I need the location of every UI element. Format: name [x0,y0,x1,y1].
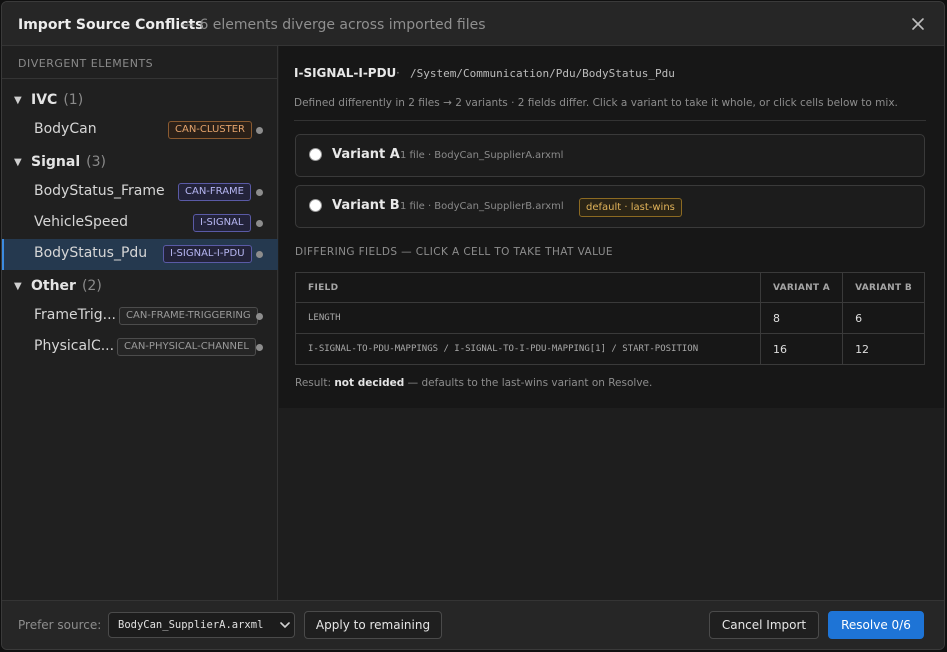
type-tag: CAN-CLUSTER [168,121,253,139]
variant-name: Variant B [332,198,400,213]
dialog-title: Import Source Conflicts [18,17,204,33]
variant-meta: 1 file · BodyCan_SupplierB.arxml [400,201,564,212]
dialog-titlebar: Import Source Conflicts — 6 elements div… [2,2,944,46]
table-row: I-SIGNAL-TO-PDU-MAPPINGS / I-SIGNAL-TO-I… [294,333,925,365]
sidebar-item-frametriggering[interactable]: FrameTrig... CAN-FRAME-TRIGGERING [2,301,278,332]
status-dot [256,220,263,227]
variant-b-option[interactable]: Variant B 1 file · BodyCan_SupplierB.arx… [295,185,925,228]
divergent-elements-sidebar: DIVERGENT ELEMENTS ▼ IVC (1) BodyCan CAN… [2,46,278,600]
sidebar-item-label: BodyCan [34,121,97,137]
dialog-footer: Prefer source: BodyCan_SupplierA.arxml A… [2,600,944,649]
sidebar-item-label: BodyStatus_Pdu [34,245,148,261]
sidebar-item-bodycan[interactable]: BodyCan CAN-CLUSTER [2,115,278,146]
result-value: not decided [334,377,405,389]
differing-fields-table: FIELD VARIANT A VARIANT B LENGTH 8 6 I-S… [294,272,925,365]
group-count: (1) [63,92,84,108]
status-dot [256,127,263,134]
group-name: Other [31,278,76,294]
result-note: — defaults to the last-wins variant on R… [407,377,653,389]
group-name: IVC [31,92,58,108]
caret-down-icon: ▼ [14,94,22,106]
import-conflicts-dialog: Import Source Conflicts — 6 elements div… [1,1,945,650]
caret-down-icon: ▼ [14,280,22,292]
close-icon[interactable] [909,15,927,33]
variant-b-cell[interactable]: 12 [842,333,925,365]
status-dot [256,251,263,258]
prefer-source-label: Prefer source: [18,618,102,632]
prefer-source-value: BodyCan_SupplierA.arxml [118,619,264,631]
sidebar-item-label: BodyStatus_Frame [34,183,165,199]
sidebar-item-bodystatus-pdu[interactable]: BodyStatus_Pdu I-SIGNAL-I-PDU [2,239,278,270]
type-tag: CAN-FRAME-TRIGGERING [119,307,258,325]
sidebar-item-physicalchannel[interactable]: PhysicalC... CAN-PHYSICAL-CHANNEL [2,332,278,363]
divider [294,120,926,121]
cancel-import-button[interactable]: Cancel Import [709,611,819,639]
group-header-signal[interactable]: ▼ Signal (3) [14,152,106,172]
table-header-row: FIELD VARIANT A VARIANT B [294,272,925,303]
result-line: Result: not decided — defaults to the la… [295,377,652,389]
group-name: Signal [31,154,81,170]
variant-a-radio[interactable] [309,148,322,161]
sidebar-item-label: FrameTrig... [34,307,116,323]
header-separator: · [396,66,400,80]
type-tag: I-SIGNAL-I-PDU [163,245,252,263]
divider [2,78,277,79]
variant-a-cell[interactable]: 8 [760,302,844,334]
field-name: LENGTH [294,302,762,334]
sidebar-header: DIVERGENT ELEMENTS [18,57,154,70]
column-header: VARIANT B [842,272,925,303]
dialog-subtitle: — 6 elements diverge across imported fil… [181,17,486,33]
caret-down-icon: ▼ [14,156,22,168]
chevron-down-icon [280,622,290,629]
type-tag: CAN-PHYSICAL-CHANNEL [117,338,256,356]
table-row: LENGTH 8 6 [294,302,925,334]
column-header: FIELD [294,272,762,303]
sidebar-item-label: VehicleSpeed [34,214,128,230]
sidebar-item-vehiclespeed[interactable]: VehicleSpeed I-SIGNAL [2,208,278,239]
group-header-other[interactable]: ▼ Other (2) [14,276,102,296]
prefer-source-select[interactable]: BodyCan_SupplierA.arxml [108,612,295,638]
group-count: (3) [86,154,106,170]
variant-a-option[interactable]: Variant A 1 file · BodyCan_SupplierA.arx… [295,134,925,177]
status-dot [256,189,263,196]
differing-fields-header: DIFFERING FIELDS — CLICK A CELL TO TAKE … [295,246,613,258]
element-type: I-SIGNAL-I-PDU [294,66,397,80]
variant-name: Variant A [332,147,400,162]
variant-meta: 1 file · BodyCan_SupplierA.arxml [400,150,564,161]
column-header: VARIANT A [760,272,844,303]
apply-to-remaining-button[interactable]: Apply to remaining [304,611,442,639]
resolve-button[interactable]: Resolve 0/6 [828,611,924,639]
variant-a-cell[interactable]: 16 [760,333,844,365]
status-dot [256,313,263,320]
result-label: Result: [295,377,331,389]
group-count: (2) [81,278,102,294]
status-dot [256,344,263,351]
field-name: I-SIGNAL-TO-PDU-MAPPINGS / I-SIGNAL-TO-I… [294,333,762,365]
conflict-description: Defined differently in 2 files → 2 varia… [294,97,898,109]
variant-b-cell[interactable]: 6 [842,302,925,334]
default-badge: default · last-wins [579,198,682,217]
sidebar-item-label: PhysicalC... [34,338,115,354]
element-path: /System/Communication/Pdu/BodyStatus_Pdu [410,67,675,80]
variant-b-radio[interactable] [309,199,322,212]
sidebar-item-bodystatus-frame[interactable]: BodyStatus_Frame CAN-FRAME [2,177,278,208]
conflict-detail-panel: I-SIGNAL-I-PDU · /System/Communication/P… [279,46,944,408]
type-tag: CAN-FRAME [178,183,251,201]
type-tag: I-SIGNAL [193,214,251,232]
group-header-ivc[interactable]: ▼ IVC (1) [14,90,83,110]
